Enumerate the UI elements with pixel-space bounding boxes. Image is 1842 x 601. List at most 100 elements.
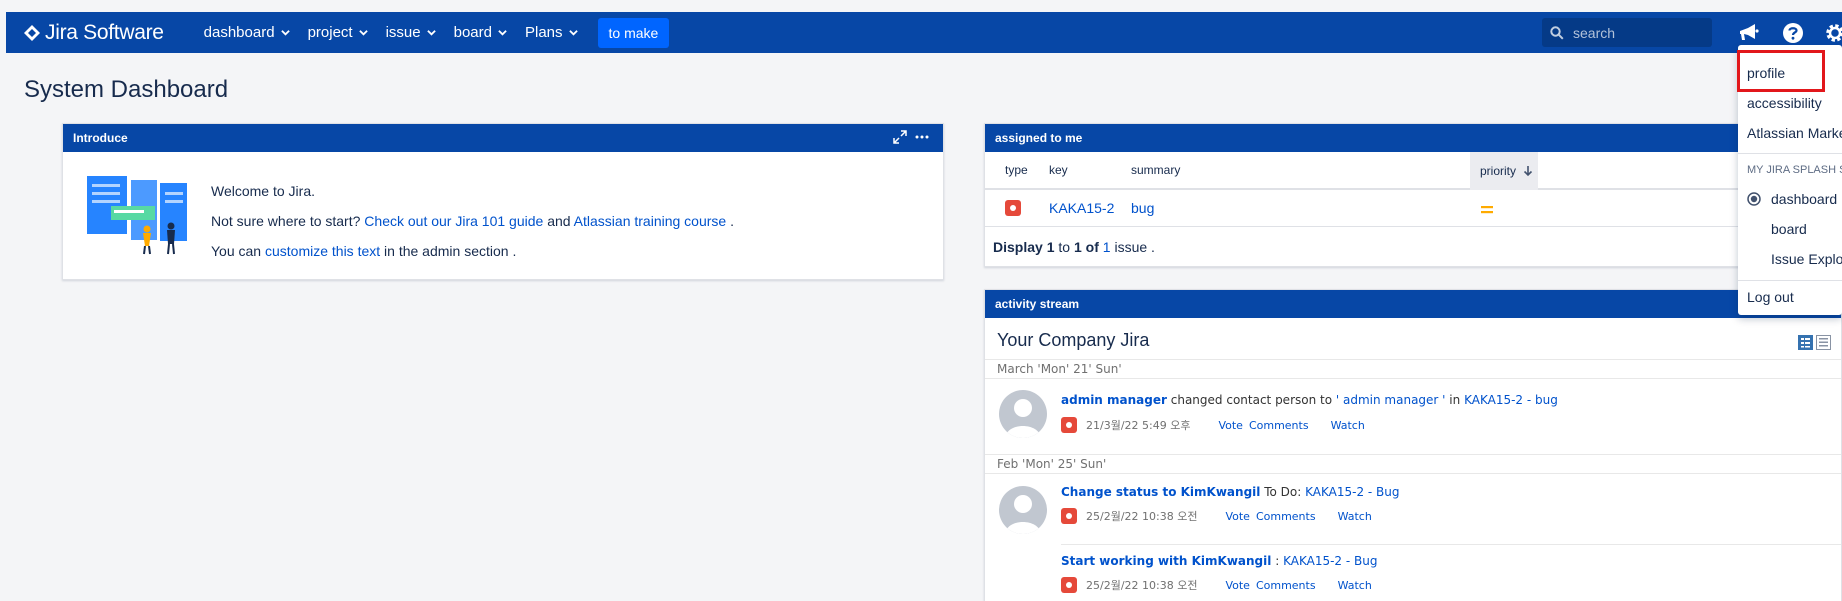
watch-link[interactable]: Watch [1338, 579, 1372, 592]
nav-dashboard[interactable]: dashboard [204, 24, 290, 41]
user-avatar [999, 390, 1047, 438]
nav-project-label: project [307, 24, 353, 41]
bug-icon [1061, 577, 1077, 593]
nav-plans[interactable]: Plans [525, 24, 578, 41]
display-suffix: issue . [1114, 239, 1155, 255]
comments-link[interactable]: Comments [1256, 579, 1316, 592]
nav-project[interactable]: project [308, 24, 368, 41]
customize-line: You can customize this text in the admin… [211, 236, 734, 266]
display-to-word: to [1058, 239, 1071, 255]
menu-item-logout[interactable]: Log out [1738, 289, 1842, 305]
activity-action-text: : [1275, 554, 1280, 568]
expand-icon[interactable] [893, 130, 907, 144]
menu-item-dashboard[interactable]: dashboard [1738, 191, 1842, 207]
introduce-text: Welcome to Jira. Not sure where to start… [211, 176, 734, 266]
column-header-type[interactable]: type [1005, 163, 1028, 177]
column-header-priority[interactable]: priority [1470, 152, 1538, 190]
menu-item-accessibility[interactable]: accessibility [1738, 95, 1842, 111]
chevron-down-icon [568, 30, 578, 36]
activity-issue-link[interactable]: KAKA15-2 - Bug [1305, 485, 1399, 499]
display-of-word: of [1085, 239, 1099, 255]
bug-icon [1061, 417, 1077, 433]
table-row[interactable]: KAKA15-2 bug [985, 190, 1841, 227]
default-avatar-icon [1005, 495, 1041, 534]
jira-logo[interactable]: Jira Software [24, 21, 164, 45]
display-total-link[interactable]: 1 [1103, 239, 1111, 255]
main-nav: dashboard project issue board Plans to m… [204, 17, 670, 48]
list-view-icon[interactable] [1816, 335, 1831, 350]
start-line-prefix: Not sure where to start? [211, 213, 361, 229]
more-options-icon[interactable] [915, 130, 929, 144]
activity-meta: 21/3월/22 5:49 오후 Vote Comments Watch [1061, 417, 1365, 433]
issue-key-link[interactable]: KAKA15-2 [1049, 200, 1114, 216]
nav-issue[interactable]: issue [386, 24, 436, 41]
nav-plans-label: Plans [525, 24, 563, 41]
vote-link[interactable]: Vote [1225, 510, 1249, 523]
activity-action-text: changed contact person to [1170, 393, 1333, 407]
introduce-gadget: Introduce Welcome to Jira. Not sure wher… [62, 123, 944, 280]
introduce-gadget-header: Introduce [63, 124, 943, 152]
menu-item-board[interactable]: board [1738, 221, 1842, 237]
search-icon [1550, 25, 1564, 40]
menu-item-atlassian-marketplace[interactable]: Atlassian Marke [1738, 125, 1842, 141]
start-line: Not sure where to start? Check out our J… [211, 206, 734, 236]
chevron-down-icon [280, 30, 290, 36]
activity-body: Your Company Jira March 'Mon' 21' Sun' a… [985, 318, 1841, 601]
profile-highlight-box [1737, 50, 1825, 92]
entry-divider [1061, 544, 1841, 545]
display-prefix: Display [993, 239, 1043, 255]
activity-timestamp: 21/3월/22 5:49 오후 [1086, 419, 1191, 432]
activity-actor-link[interactable]: Start working with KimKwangil [1061, 554, 1271, 568]
activity-in-word: in [1449, 393, 1461, 407]
menu-item-issue-explorer[interactable]: Issue Explor [1738, 251, 1842, 267]
user-avatar [999, 486, 1047, 534]
jira-101-guide-link[interactable]: Check out our Jira 101 guide [364, 213, 543, 229]
column-header-key[interactable]: key [1049, 163, 1068, 177]
radio-selected-icon [1747, 192, 1761, 206]
atlassian-training-link[interactable]: Atlassian training course [574, 213, 727, 229]
customize-text-link[interactable]: customize this text [265, 243, 380, 259]
help-button[interactable] [1780, 20, 1806, 46]
assigned-gadget-header: assigned to me [985, 124, 1841, 152]
comments-link[interactable]: Comments [1249, 419, 1309, 432]
welcome-line: Welcome to Jira. [211, 183, 315, 199]
menu-item-dashboard-label: dashboard [1771, 191, 1838, 207]
comments-link[interactable]: Comments [1256, 510, 1316, 523]
create-button[interactable]: to make [597, 17, 670, 48]
activity-date-header: Feb 'Mon' 25' Sun' [985, 454, 1841, 474]
activity-issue-link[interactable]: KAKA15-2 - bug [1464, 393, 1558, 407]
activity-gadget-title: activity stream [995, 297, 1080, 311]
introduce-gadget-body: Welcome to Jira. Not sure where to start… [63, 152, 943, 280]
search-box[interactable] [1542, 18, 1712, 47]
activity-entry-text: Change status to KimKwangil To Do: KAKA1… [1061, 485, 1400, 499]
settings-button[interactable] [1822, 20, 1842, 46]
activity-company-title: Your Company Jira [997, 330, 1150, 350]
chevron-down-icon [498, 30, 507, 36]
activity-actor-link[interactable]: admin manager [1061, 393, 1167, 407]
notifications-button[interactable] [1736, 20, 1762, 46]
customize-line-suffix: in the admin section . [384, 243, 517, 259]
vote-link[interactable]: Vote [1225, 579, 1249, 592]
start-line-and: and [547, 213, 571, 229]
activity-target-link[interactable]: ' admin manager ' [1336, 393, 1446, 407]
full-view-icon[interactable] [1798, 335, 1813, 350]
watch-link[interactable]: Watch [1338, 510, 1372, 523]
priority-header-label: priority [1480, 164, 1517, 178]
nav-issue-label: issue [385, 24, 421, 41]
display-to: 1 [1073, 239, 1082, 255]
activity-issue-link[interactable]: KAKA15-2 - Bug [1283, 554, 1377, 568]
page-title: System Dashboard [24, 76, 229, 103]
activity-actor-link[interactable]: Change status to KimKwangil [1061, 485, 1260, 499]
column-header-summary[interactable]: summary [1131, 163, 1180, 177]
table-header-row: type key summary priority [985, 152, 1841, 190]
search-input[interactable] [1573, 24, 1703, 41]
customize-line-prefix: You can [211, 243, 262, 259]
jira-diamond-icon [24, 24, 40, 41]
vote-link[interactable]: Vote [1218, 419, 1242, 432]
arrow-down-icon [1523, 166, 1533, 177]
display-from: 1 [1046, 239, 1055, 255]
nav-board[interactable]: board [454, 24, 507, 41]
issue-summary-link[interactable]: bug [1131, 200, 1154, 216]
watch-link[interactable]: Watch [1331, 419, 1365, 432]
assigned-gadget-title: assigned to me [995, 131, 1083, 145]
